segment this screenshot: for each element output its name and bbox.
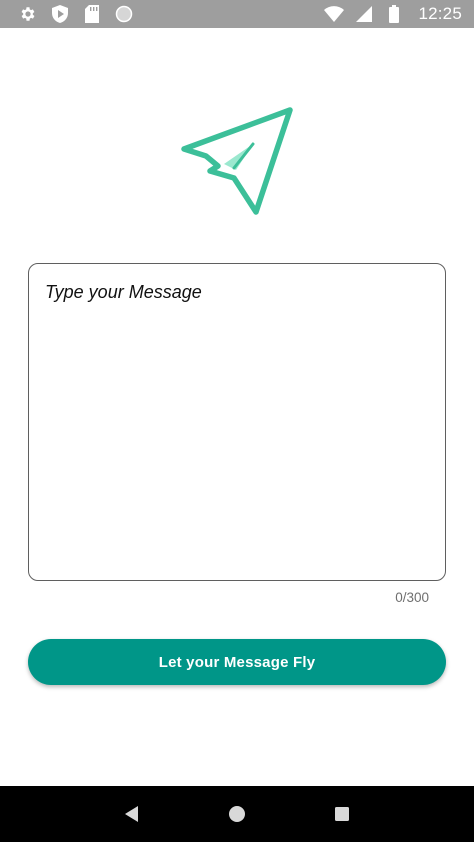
- circle-icon: [114, 4, 134, 24]
- recents-icon[interactable]: [318, 790, 366, 838]
- status-left-icons: [18, 4, 134, 24]
- message-input[interactable]: [45, 280, 429, 564]
- paper-plane-icon: [178, 104, 296, 218]
- app-screen: 12:25 0/300 Let your Message Fly: [0, 0, 474, 842]
- status-right-icons: 12:25: [324, 4, 462, 24]
- navigation-bar: [0, 786, 474, 842]
- message-box: [28, 263, 446, 581]
- send-message-button[interactable]: Let your Message Fly: [28, 639, 446, 685]
- back-icon[interactable]: [108, 790, 156, 838]
- shield-play-icon: [50, 4, 70, 24]
- wifi-icon: [324, 4, 345, 24]
- battery-icon: [384, 4, 404, 24]
- sd-card-icon: [82, 4, 102, 24]
- settings-icon: [18, 4, 38, 24]
- signal-icon: [354, 4, 374, 24]
- home-icon[interactable]: [213, 790, 261, 838]
- character-counter: 0/300: [395, 590, 429, 605]
- status-clock: 12:25: [418, 4, 462, 23]
- status-bar: 12:25: [0, 0, 474, 28]
